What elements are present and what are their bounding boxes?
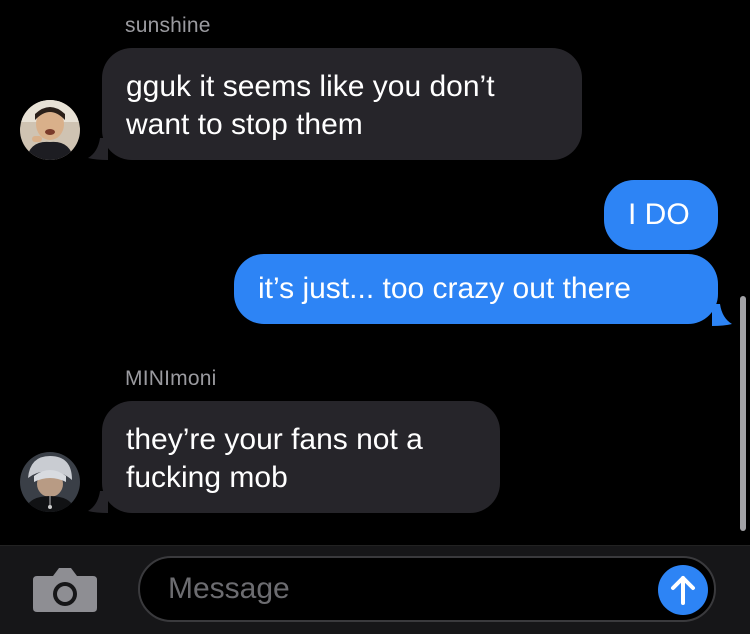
scrollbar[interactable]	[740, 296, 746, 531]
outgoing-message-bubble[interactable]: it’s just... too crazy out there	[234, 254, 718, 324]
camera-icon[interactable]	[33, 566, 97, 612]
avatar-photo-icon	[20, 100, 80, 160]
arrow-up-icon	[671, 576, 695, 605]
incoming-message-bubble[interactable]: gguk it seems like you don’t want to sto…	[102, 48, 582, 160]
outgoing-message-bubble[interactable]: I DO	[604, 180, 718, 250]
message-thread[interactable]: sunshine gguk it seems like you don’t wa…	[0, 0, 750, 545]
avatar[interactable]	[20, 452, 80, 512]
incoming-message-bubble[interactable]: they’re your fans not a fucking mob	[102, 401, 500, 513]
avatar[interactable]	[20, 100, 80, 160]
bubble-tail-icon	[88, 491, 108, 513]
message-text: it’s just... too crazy out there	[258, 272, 631, 305]
sender-name: MINImoni	[125, 367, 217, 390]
sender-name: sunshine	[125, 14, 211, 37]
message-placeholder: Message	[168, 572, 290, 605]
message-input-bar: Message	[0, 545, 750, 634]
message-text: I DO	[628, 198, 690, 231]
bubble-tail-icon	[712, 304, 732, 326]
message-text: gguk it seems like you don’t want to sto…	[126, 70, 495, 141]
bubble-tail-icon	[88, 138, 108, 160]
message-input[interactable]: Message	[138, 556, 716, 622]
message-text: they’re your fans not a fucking mob	[126, 423, 423, 494]
avatar-photo-icon	[20, 452, 80, 512]
send-button[interactable]	[658, 565, 708, 615]
